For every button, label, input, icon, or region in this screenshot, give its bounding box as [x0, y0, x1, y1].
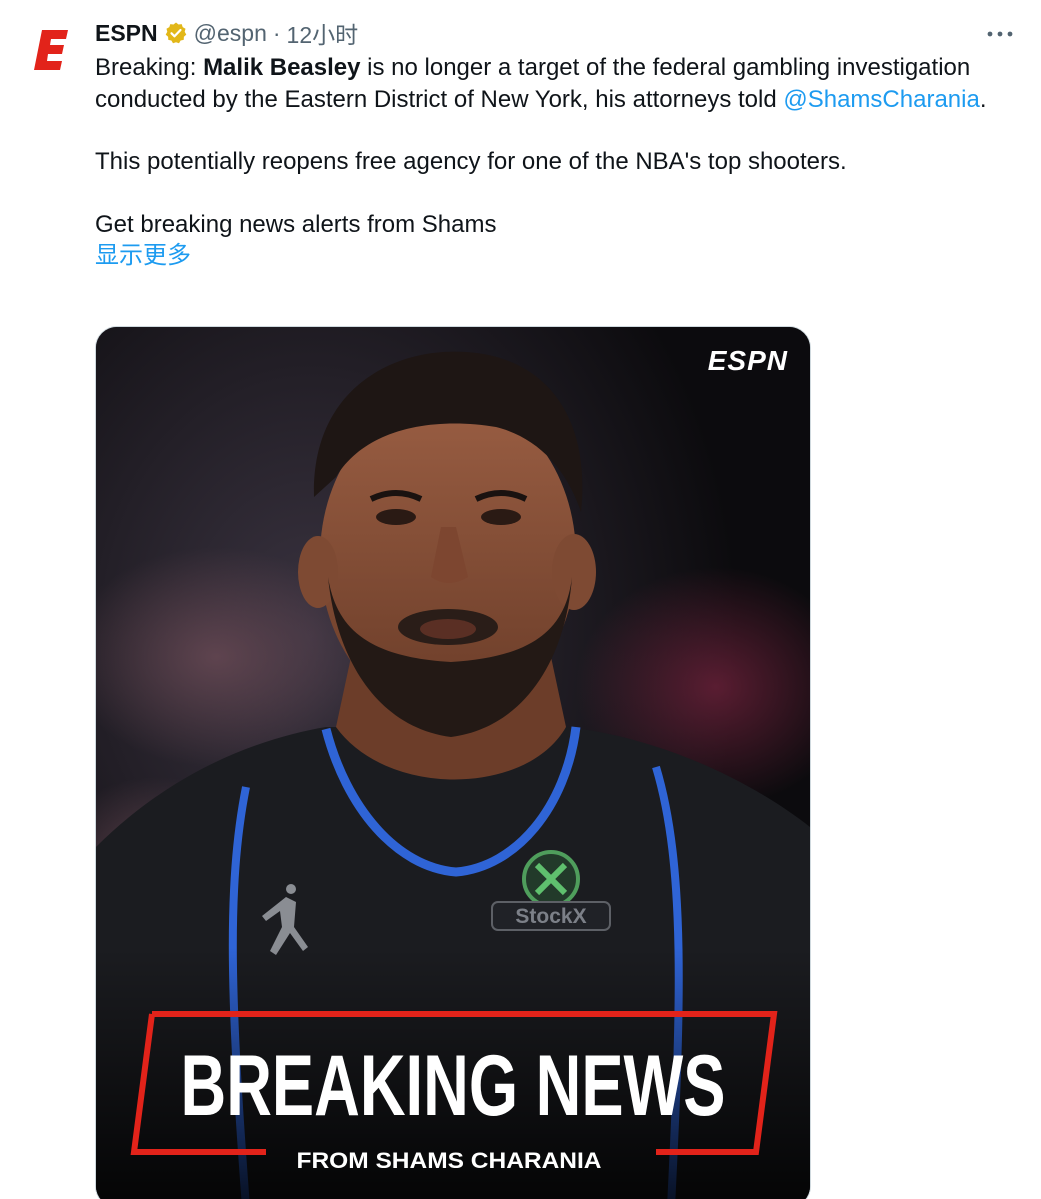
- espn-logo-text: ESPN: [708, 345, 788, 376]
- separator-dot: ·: [272, 19, 281, 46]
- more-options-icon[interactable]: [985, 22, 1015, 46]
- tweet-body: ESPN @espn · 12小时 Breaking: Malik Beasle…: [95, 14, 1015, 272]
- show-more-link[interactable]: 显示更多: [95, 240, 1015, 272]
- tweet-paragraph-1: Breaking: Malik Beasley is no longer a t…: [95, 52, 1015, 115]
- jersey-sponsor-text: StockX: [515, 905, 586, 928]
- breaking-news-banner: BREAKING NEWS FROM SHAMS CHARANIA: [130, 1011, 778, 1173]
- mention-link[interactable]: @ShamsCharania: [783, 86, 979, 113]
- tweet-time[interactable]: 12小时: [287, 16, 359, 50]
- tweet-header: ESPN @espn · 12小时: [95, 14, 1015, 52]
- text-period: .: [979, 85, 987, 113]
- breaking-news-subline: FROM SHAMS CHARANIA: [297, 1148, 602, 1173]
- espn-avatar-icon[interactable]: [28, 26, 76, 74]
- verified-badge-icon[interactable]: [164, 21, 188, 45]
- text-breaking: Breaking:: [95, 54, 204, 81]
- author-name[interactable]: ESPN: [95, 20, 158, 47]
- tweet-text: Breaking: Malik Beasley is no longer a t…: [95, 52, 1015, 240]
- breaking-news-headline: BREAKING NEWS: [181, 1038, 726, 1134]
- tweet-paragraph-2: This potentially reopens free agency for…: [95, 148, 847, 175]
- text-name: Malik Beasley: [203, 54, 361, 81]
- tweet-media-image[interactable]: StockX ESPN BREAKING NEWS FROM SHAMS CHA…: [95, 326, 811, 1199]
- tweet-paragraph-3: Get breaking news alerts from Shams: [95, 210, 497, 238]
- author-handle[interactable]: @espn: [194, 20, 267, 47]
- tweet-card[interactable]: ESPN @espn · 12小时 Breaking: Malik Beasle…: [0, 0, 1041, 1199]
